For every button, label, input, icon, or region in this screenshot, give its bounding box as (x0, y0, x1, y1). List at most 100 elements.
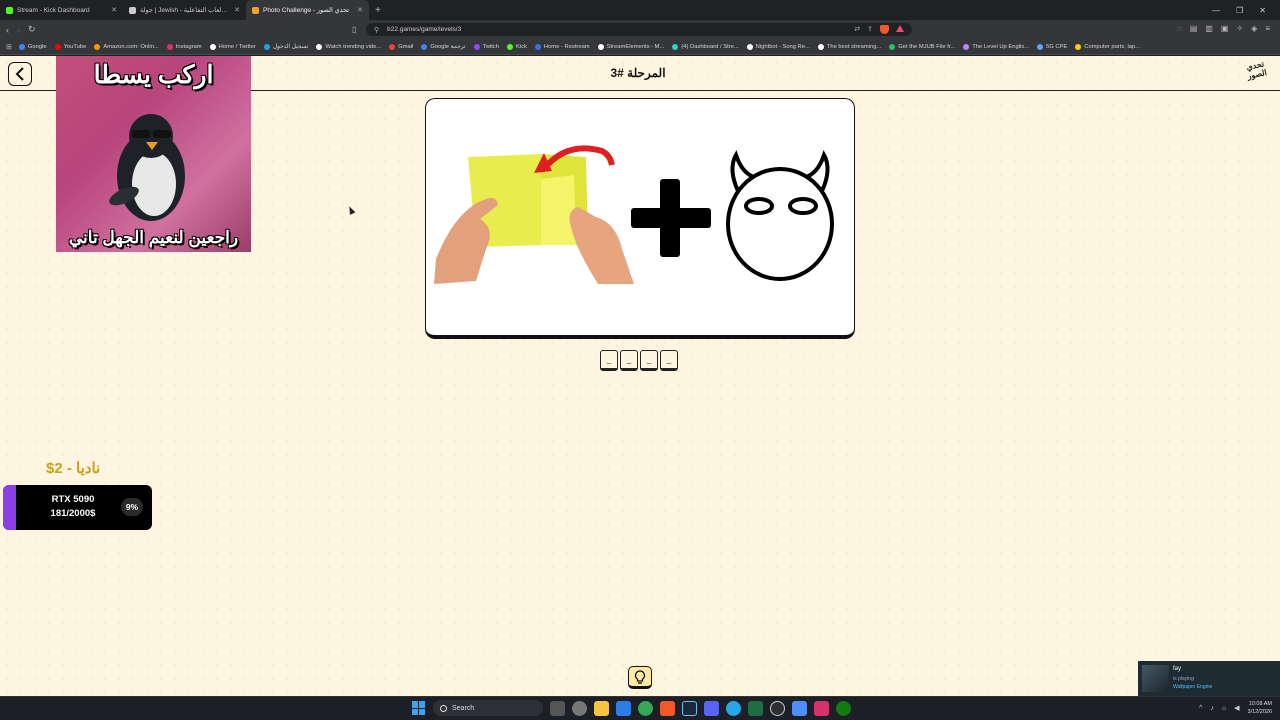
plus-symbol (631, 179, 711, 257)
bookmark-item[interactable]: Computer parts, lap... (1075, 43, 1141, 50)
leo-icon[interactable]: ✧ (1236, 24, 1243, 33)
close-window-button[interactable]: ✕ (1259, 6, 1266, 15)
new-tab-button[interactable]: + (369, 5, 387, 16)
app-icon-red[interactable] (814, 700, 829, 716)
minimize-button[interactable]: — (1212, 6, 1220, 15)
chevron-left-icon (15, 67, 24, 81)
back-button[interactable] (8, 62, 32, 86)
apps-icon[interactable]: ⊞ (6, 43, 12, 51)
bookmark-item[interactable]: Google ترجمة (421, 43, 466, 50)
brave-rewards-icon[interactable] (896, 25, 904, 32)
bookmark-label: Watch trending vide... (325, 43, 382, 50)
apps-grid-icon[interactable]: ▯ (352, 25, 356, 34)
browser-tab[interactable]: Stream - Kick Dashboard ✕ (0, 0, 123, 20)
back-nav-icon[interactable]: ‹ (6, 25, 9, 35)
bookmark-item[interactable]: Kick (506, 43, 527, 50)
answer-slot[interactable]: _ (620, 350, 638, 371)
bookmark-item[interactable]: Nightbot - Song Re... (746, 43, 810, 50)
chat-extension-icon[interactable]: ◌ (1177, 24, 1182, 33)
taskbar-clock[interactable]: 10:08 AM 3/12/2026 (1248, 700, 1272, 716)
hint-button[interactable] (628, 666, 652, 689)
volume-icon[interactable]: ◀ (1234, 704, 1239, 712)
penguin-image (109, 114, 185, 221)
bookmark-list: Google YouTube Amazon.com: Onlin... Instagr… (18, 43, 1141, 50)
file-explorer-icon[interactable] (594, 700, 609, 716)
tab-title: Stream - Kick Dashboard (17, 6, 90, 14)
bookmark-item[interactable]: Get the MJUB File fr... (889, 43, 955, 50)
app-icon-blue[interactable] (792, 700, 807, 716)
bookmark-favicon-icon (389, 43, 396, 50)
tab-favicon-icon (6, 6, 13, 14)
wallet-icon[interactable]: ▣ (1221, 24, 1229, 33)
latest-donation-text: ناديا - 2$ (46, 460, 101, 477)
steam-icon[interactable] (682, 700, 697, 716)
bookmark-item[interactable]: Amazon.com: Onlin... (94, 43, 159, 50)
browser-tab[interactable]: Photo Challenge - تحدي الصور ✕ (246, 0, 369, 20)
bookmark-item[interactable]: Instagram (166, 43, 202, 50)
discord-icon[interactable] (704, 700, 719, 716)
bookmark-label: Instagram (175, 43, 202, 50)
clock-date: 3/12/2026 (1247, 709, 1272, 715)
reader-icon[interactable]: ▤ (1190, 24, 1198, 33)
bookmark-item[interactable]: The best streaming... (817, 43, 882, 50)
extensions-area: ◌ ▤ ▥ ▣ ✧ ◈ ≡ (1177, 24, 1270, 33)
bookmark-item[interactable]: Twitch (473, 43, 499, 50)
bookmark-item[interactable]: (4) Dashboard / Stre... (672, 43, 739, 50)
excel-icon[interactable] (748, 700, 763, 716)
xbox-icon[interactable] (836, 700, 851, 716)
answer-slot[interactable]: _ (640, 350, 658, 371)
close-tab-icon[interactable]: ✕ (111, 6, 117, 14)
bookmark-item[interactable]: Google (18, 43, 47, 50)
bookmark-label: Google (27, 43, 47, 50)
bookmark-favicon-icon (94, 43, 101, 50)
bookmark-item[interactable]: Gmail (389, 43, 413, 50)
bookmark-item[interactable]: 5G CPE (1037, 43, 1067, 50)
restore-button[interactable]: ❐ (1236, 6, 1243, 15)
translate-icon[interactable]: ⇄ (854, 25, 860, 34)
bookmark-label: The best streaming... (826, 43, 882, 50)
mail-icon[interactable] (616, 700, 631, 716)
omnibox[interactable]: ⚲ b22.games/game/levels/3 ⇄ ⇪ (366, 23, 912, 36)
share-icon[interactable]: ⇪ (867, 25, 873, 34)
overlay-user: fay (1173, 666, 1182, 672)
close-tab-icon[interactable]: ✕ (234, 6, 240, 14)
menu-icon[interactable]: ≡ (1265, 24, 1270, 33)
task-view-icon[interactable] (550, 700, 565, 716)
obs-icon[interactable] (770, 700, 785, 716)
brave-icon[interactable] (660, 700, 675, 716)
omnibox-actions: ⇄ ⇪ (854, 25, 904, 34)
close-tab-icon[interactable]: ✕ (357, 6, 363, 14)
bookmark-favicon-icon (963, 43, 970, 50)
windows-start-icon[interactable] (412, 701, 426, 715)
reload-icon[interactable]: ↻ (28, 24, 36, 35)
bookmark-item[interactable]: StreamElements - M... (597, 43, 664, 50)
goal-item-name: RTX 5090 (51, 494, 95, 505)
vpn-icon[interactable]: ◈ (1251, 24, 1257, 33)
bookmark-item[interactable]: YouTube (54, 43, 86, 50)
telegram-icon[interactable] (726, 700, 741, 716)
bookmark-item[interactable]: تسجيل الدخول (263, 43, 308, 50)
chrome-icon[interactable] (638, 700, 653, 716)
forward-nav-icon[interactable]: › (17, 25, 20, 35)
network-icon[interactable]: ⌂ (1222, 705, 1226, 712)
mic-icon[interactable]: ♪ (1210, 705, 1214, 712)
site-logo[interactable]: تحدي الصور (1242, 59, 1273, 90)
bookmark-item[interactable]: Watch trending vide... (316, 43, 382, 50)
bookmark-label: Computer parts, lap... (1084, 43, 1141, 50)
brave-shield-icon[interactable] (880, 25, 889, 34)
site-info-icon[interactable]: ⚲ (374, 26, 379, 34)
answer-slots: _ _ _ _ (600, 350, 678, 371)
settings-icon[interactable] (572, 700, 587, 716)
answer-slot[interactable]: _ (600, 350, 618, 371)
tray-chevron-icon[interactable]: ^ (1199, 705, 1202, 712)
browser-tab-bar: Stream - Kick Dashboard ✕ جولة | Jewish - … (0, 0, 1280, 20)
overlay-status: is playing (1173, 676, 1194, 682)
browser-tab[interactable]: جولة | Jewish - منصة الألعاب التفاعلية ✕ (123, 0, 246, 20)
answer-slot[interactable]: _ (660, 350, 678, 371)
bookmark-item[interactable]: Home / Twitter (209, 43, 256, 50)
bookmark-item[interactable]: The Level Up Englis... (963, 43, 1029, 50)
sidebar-icon[interactable]: ▥ (1205, 24, 1213, 33)
taskbar-search[interactable]: Search (433, 700, 543, 716)
tab-strip: Stream - Kick Dashboard ✕ جولة | Jewish - … (0, 0, 369, 20)
bookmark-item[interactable]: Home - Restream (534, 43, 590, 50)
